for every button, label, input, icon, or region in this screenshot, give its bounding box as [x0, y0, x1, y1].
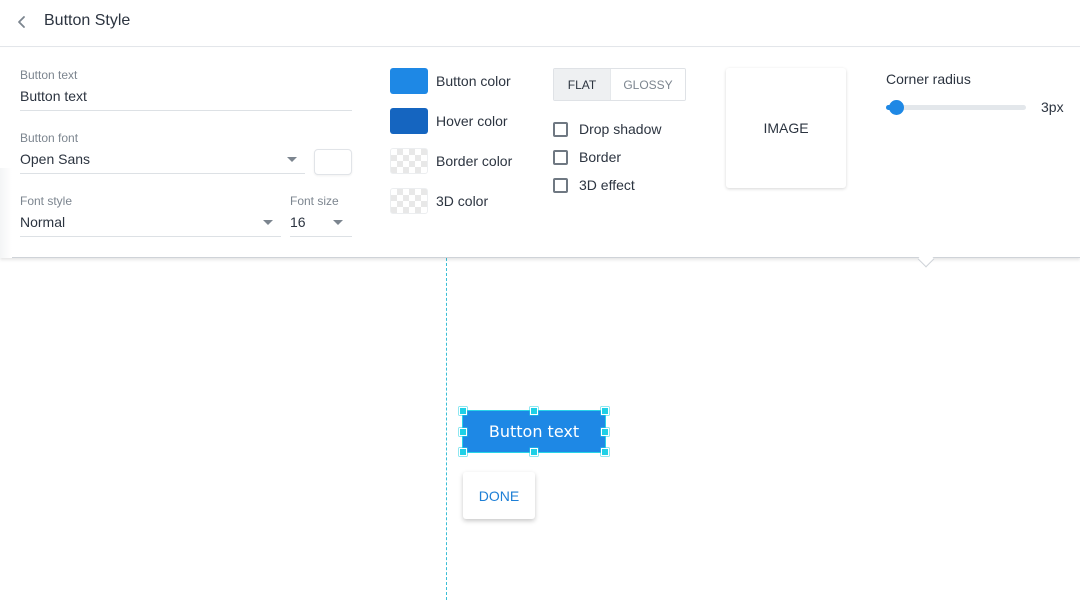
resize-handle-left[interactable] [459, 428, 467, 436]
3d-effect-label: 3D effect [579, 177, 635, 193]
hover-color-swatch[interactable] [390, 108, 428, 134]
panel-edge [0, 168, 12, 258]
resize-handle-bottom-right[interactable] [601, 448, 609, 456]
button-style-panel: Button text Button text Button font Open… [0, 48, 1080, 268]
corner-radius-slider[interactable] [886, 100, 1026, 115]
border-color-label: Border color [436, 153, 513, 169]
hover-color-row[interactable]: Hover color [390, 108, 508, 134]
font-size-select[interactable]: 16 [290, 214, 306, 230]
border-color-row[interactable]: Border color [390, 148, 512, 174]
done-button[interactable]: DONE [463, 472, 535, 519]
button-text-underline [20, 110, 352, 111]
resize-handle-right[interactable] [601, 428, 609, 436]
resize-handle-top[interactable] [530, 407, 538, 415]
glossy-option[interactable]: GLOSSY [611, 69, 685, 100]
preview-button[interactable]: Button text [462, 410, 606, 453]
resize-handle-top-left[interactable] [459, 407, 467, 415]
resize-handle-bottom[interactable] [530, 448, 538, 456]
button-color-label: Button color [436, 73, 511, 89]
button-text-label: Button text [20, 68, 78, 82]
font-style-select[interactable]: Normal [20, 214, 65, 230]
resize-handle-bottom-left[interactable] [459, 448, 467, 456]
border-label: Border [579, 149, 622, 165]
panel-pointer [917, 250, 935, 268]
button-color-swatch[interactable] [390, 68, 428, 94]
border-checkbox[interactable] [553, 149, 568, 165]
corner-radius-value: 3px [1041, 99, 1064, 115]
font-style-dropdown-icon[interactable] [263, 220, 273, 225]
image-button[interactable]: IMAGE [726, 68, 846, 188]
border-option[interactable]: Border [553, 148, 621, 166]
style-toggle: FLAT GLOSSY [553, 68, 686, 101]
font-size-label: Font size [290, 194, 339, 208]
font-style-underline [20, 236, 281, 237]
button-font-select[interactable]: Open Sans [20, 151, 90, 167]
button-font-label: Button font [20, 131, 79, 145]
corner-radius-thumb[interactable] [889, 100, 904, 115]
drop-shadow-checkbox[interactable] [553, 121, 568, 137]
font-color-swatch[interactable] [314, 149, 352, 175]
border-color-swatch[interactable] [390, 148, 428, 174]
3d-color-swatch[interactable] [390, 188, 428, 214]
font-size-underline [290, 236, 352, 237]
button-font-underline [20, 173, 305, 174]
drop-shadow-option[interactable]: Drop shadow [553, 120, 662, 138]
alignment-guide [446, 258, 447, 600]
font-style-label: Font style [20, 194, 73, 208]
button-text-input[interactable]: Button text [20, 88, 87, 104]
button-font-dropdown-icon[interactable] [287, 157, 297, 162]
resize-handle-top-right[interactable] [601, 407, 609, 415]
font-size-dropdown-icon[interactable] [333, 220, 343, 225]
corner-radius-label: Corner radius [886, 71, 971, 87]
3d-effect-option[interactable]: 3D effect [553, 176, 635, 194]
header-bar: Button Style [0, 0, 1080, 47]
drop-shadow-label: Drop shadow [579, 121, 662, 137]
flat-option[interactable]: FLAT [554, 69, 611, 100]
3d-color-label: 3D color [436, 193, 489, 209]
hover-color-label: Hover color [436, 113, 508, 129]
3d-color-row[interactable]: 3D color [390, 188, 488, 214]
button-color-row[interactable]: Button color [390, 68, 511, 94]
page-title: Button Style [44, 12, 131, 29]
3d-effect-checkbox[interactable] [553, 177, 568, 193]
chevron-left-icon[interactable] [14, 13, 30, 31]
